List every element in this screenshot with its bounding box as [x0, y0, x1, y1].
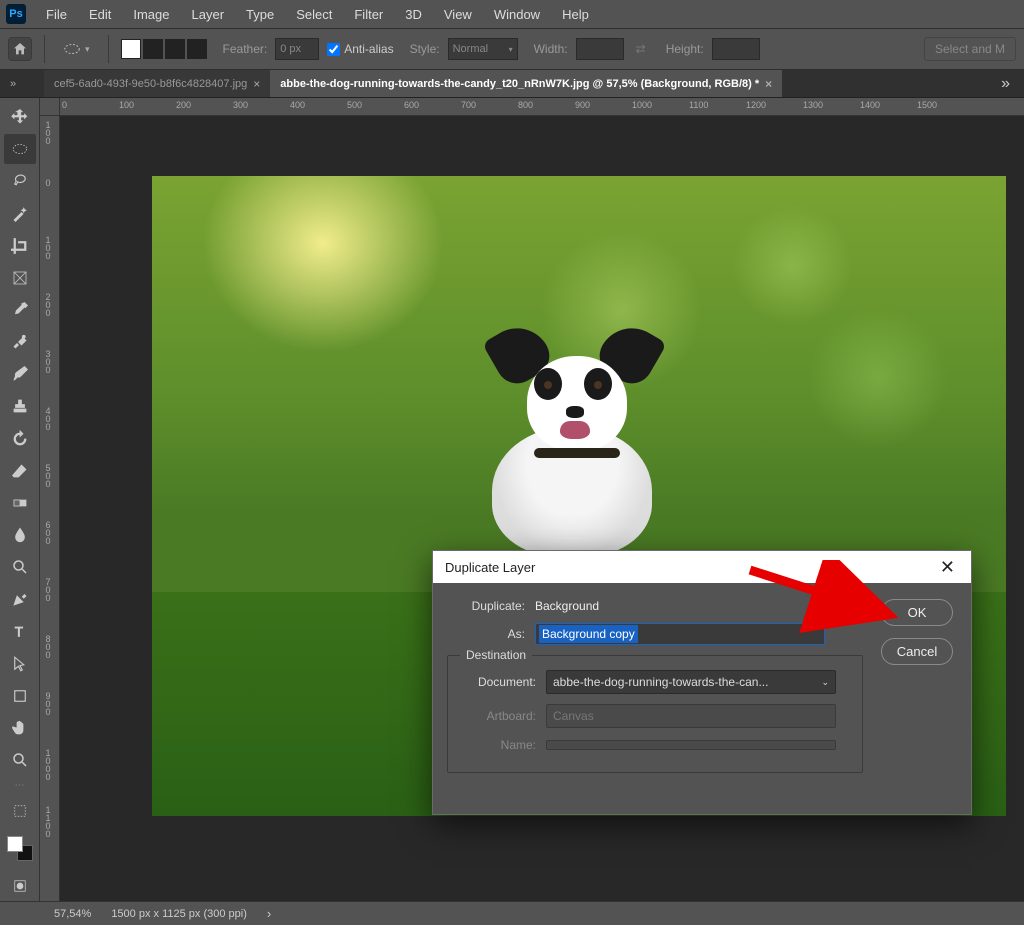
shape-tool[interactable]: [4, 681, 36, 711]
tabs-overflow-icon[interactable]: »: [987, 75, 1024, 93]
gradient-tool[interactable]: [4, 488, 36, 518]
feather-label: Feather:: [223, 42, 268, 56]
pen-tool[interactable]: [4, 584, 36, 614]
as-input[interactable]: Background copy: [535, 623, 825, 645]
document-label: Document:: [458, 675, 536, 689]
history-brush-tool[interactable]: [4, 424, 36, 454]
close-icon[interactable]: ×: [253, 77, 260, 91]
crop-tool[interactable]: [4, 231, 36, 261]
select-and-mask-button[interactable]: Select and M: [924, 37, 1016, 61]
ok-button[interactable]: OK: [881, 599, 953, 626]
menu-edit[interactable]: Edit: [79, 3, 121, 26]
path-select-tool[interactable]: [4, 649, 36, 679]
menu-view[interactable]: View: [434, 3, 482, 26]
marquee-shape-dropdown[interactable]: ▾: [57, 39, 96, 59]
height-input: [712, 38, 760, 60]
feather-input[interactable]: [275, 38, 319, 60]
cancel-button[interactable]: Cancel: [881, 638, 953, 665]
tab-document-2[interactable]: abbe-the-dog-running-towards-the-candy_t…: [270, 70, 782, 97]
menu-type[interactable]: Type: [236, 3, 284, 26]
zoom-level[interactable]: 57,54%: [10, 908, 91, 920]
ruler-origin[interactable]: [40, 98, 60, 116]
dog-subject: [462, 326, 682, 556]
magic-wand-tool[interactable]: [4, 198, 36, 228]
divider: [108, 35, 109, 63]
menu-select[interactable]: Select: [286, 3, 342, 26]
status-flyout-icon[interactable]: ›: [267, 906, 271, 921]
name-input: [546, 740, 836, 750]
tools-panel: T ⋯: [0, 98, 40, 901]
selection-intersect[interactable]: [187, 39, 207, 59]
lasso-tool[interactable]: [4, 166, 36, 196]
selection-add[interactable]: [143, 39, 163, 59]
as-label: As:: [447, 627, 525, 641]
document-select[interactable]: abbe-the-dog-running-towards-the-can...⌄: [546, 670, 836, 694]
menubar: Ps File Edit Image Layer Type Select Fil…: [0, 0, 1024, 28]
divider: [44, 35, 45, 63]
menu-filter[interactable]: Filter: [344, 3, 393, 26]
marquee-tool[interactable]: [4, 134, 36, 164]
artboard-select: Canvas: [546, 704, 836, 728]
status-bar: 57,54% 1500 px x 1125 px (300 ppi) ›: [0, 901, 1024, 925]
move-tool[interactable]: [4, 102, 36, 132]
blur-tool[interactable]: [4, 520, 36, 550]
dialog-titlebar[interactable]: Duplicate Layer ✕: [433, 551, 971, 583]
width-input: [576, 38, 624, 60]
selection-new[interactable]: [121, 39, 141, 59]
ps-logo: Ps: [6, 4, 26, 24]
artboard-label: Artboard:: [458, 709, 536, 723]
svg-text:T: T: [14, 624, 22, 639]
ruler-vertical[interactable]: 100 0 100 200 300 400 500 600 700 800 90…: [40, 116, 60, 901]
edit-toolbar[interactable]: [4, 796, 36, 826]
options-bar: ▾ Feather: Anti-alias Style: Normal▾ Wid…: [0, 28, 1024, 70]
tab-document-1[interactable]: cef5-6ad0-493f-9e50-b8f6c4828407.jpg ×: [44, 70, 270, 97]
healing-tool[interactable]: [4, 327, 36, 357]
menu-help[interactable]: Help: [552, 3, 599, 26]
width-label: Width:: [534, 42, 568, 56]
dialog-title: Duplicate Layer: [445, 560, 535, 575]
document-dimensions[interactable]: 1500 px x 1125 px (300 ppi): [111, 908, 247, 920]
destination-group: Destination Document: abbe-the-dog-runni…: [447, 655, 863, 773]
menu-image[interactable]: Image: [123, 3, 179, 26]
close-icon[interactable]: ×: [765, 77, 772, 91]
home-icon[interactable]: [8, 37, 32, 61]
antialias-checkbox[interactable]: Anti-alias: [327, 42, 393, 56]
menu-file[interactable]: File: [36, 3, 77, 26]
stamp-tool[interactable]: [4, 391, 36, 421]
style-label: Style:: [410, 42, 440, 56]
selection-subtract[interactable]: [165, 39, 185, 59]
duplicate-label: Duplicate:: [447, 599, 525, 613]
hand-tool[interactable]: [4, 713, 36, 743]
type-tool[interactable]: T: [4, 617, 36, 647]
panel-flyout-icon[interactable]: »: [10, 78, 16, 90]
height-label: Height:: [666, 42, 704, 56]
name-label: Name:: [458, 738, 536, 752]
close-icon[interactable]: ✕: [936, 557, 959, 578]
duplicate-value: Background: [535, 599, 599, 613]
duplicate-layer-dialog: Duplicate Layer ✕ Duplicate: Background …: [432, 550, 972, 815]
tab-label: abbe-the-dog-running-towards-the-candy_t…: [280, 78, 759, 90]
tab-label: cef5-6ad0-493f-9e50-b8f6c4828407.jpg: [54, 78, 247, 90]
quickmask-toggle[interactable]: [4, 871, 36, 901]
zoom-tool[interactable]: [4, 745, 36, 775]
selection-mode-group: [121, 39, 207, 59]
destination-legend: Destination: [460, 648, 532, 662]
frame-tool[interactable]: [4, 263, 36, 293]
eyedropper-tool[interactable]: [4, 295, 36, 325]
dodge-tool[interactable]: [4, 552, 36, 582]
foreground-color[interactable]: [7, 836, 23, 852]
menu-window[interactable]: Window: [484, 3, 550, 26]
brush-tool[interactable]: [4, 359, 36, 389]
style-select[interactable]: Normal▾: [448, 38, 518, 60]
swap-icon: ⇄: [636, 42, 646, 56]
document-tabs: » cef5-6ad0-493f-9e50-b8f6c4828407.jpg ×…: [0, 70, 1024, 98]
ruler-horizontal[interactable]: 0 100 200 300 400 500 600 700 800 900 10…: [60, 98, 1024, 116]
menu-layer[interactable]: Layer: [182, 3, 235, 26]
color-swatches[interactable]: [7, 836, 33, 861]
menu-3d[interactable]: 3D: [395, 3, 432, 26]
eraser-tool[interactable]: [4, 456, 36, 486]
